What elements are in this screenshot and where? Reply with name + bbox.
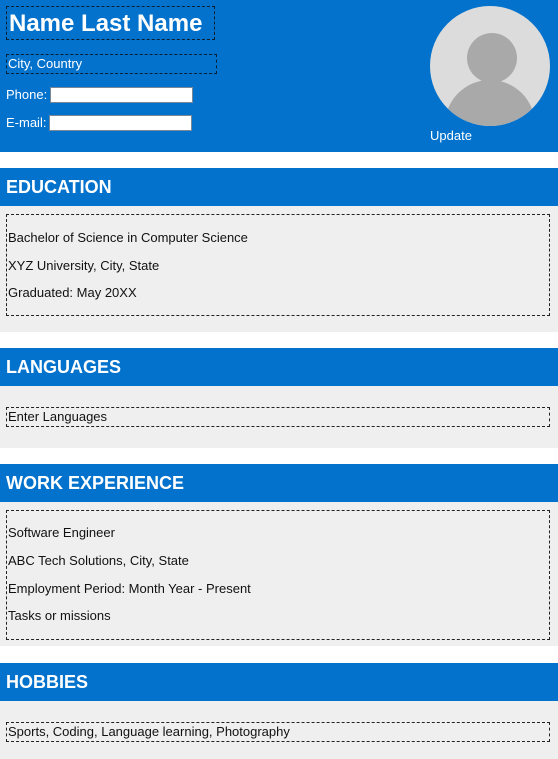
work-line: Tasks or missions — [8, 608, 111, 623]
user-avatar-icon[interactable] — [430, 6, 550, 126]
update-photo-link[interactable]: Update — [430, 128, 472, 143]
languages-heading: LANGUAGES — [0, 348, 558, 386]
hobbies-text: Sports, Coding, Language learning, Photo… — [8, 724, 290, 739]
work-line: Software Engineer — [8, 525, 115, 540]
work-line: Employment Period: Month Year - Present — [8, 581, 251, 596]
phone-input[interactable] — [50, 87, 193, 103]
hobbies-heading: HOBBIES — [0, 663, 558, 701]
languages-text: Enter Languages — [8, 409, 108, 424]
education-line: XYZ University, City, State — [8, 258, 160, 273]
work-experience-section: Software Engineer ABC Tech Solutions, Ci… — [0, 502, 558, 646]
education-heading: EDUCATION — [0, 168, 558, 206]
hobbies-section: Sports, Coding, Language learning, Photo… — [0, 701, 558, 759]
languages-section: Enter Languages — [0, 386, 558, 448]
education-content-box[interactable]: Bachelor of Science in Computer Science … — [6, 214, 550, 316]
work-experience-heading: WORK EXPERIENCE — [0, 464, 558, 502]
avatar-head-shape — [467, 33, 517, 83]
languages-content-box[interactable]: Enter Languages — [6, 407, 550, 427]
hobbies-content-box[interactable]: Sports, Coding, Language learning, Photo… — [6, 722, 550, 742]
education-section: Bachelor of Science in Computer Science … — [0, 206, 558, 332]
education-line: Bachelor of Science in Computer Science — [8, 230, 248, 245]
work-experience-content-box[interactable]: Software Engineer ABC Tech Solutions, Ci… — [6, 510, 550, 640]
work-line: ABC Tech Solutions, City, State — [8, 553, 189, 568]
full-name-field[interactable]: Name Last Name — [6, 6, 215, 40]
education-line: Graduated: May 20XX — [8, 285, 137, 300]
email-input[interactable] — [49, 115, 192, 131]
email-label: E-mail: — [6, 115, 47, 130]
avatar-body-shape — [445, 80, 535, 126]
profile-header: Name Last Name City, Country Phone: E-ma… — [0, 0, 558, 152]
phone-label: Phone: — [6, 87, 48, 102]
location-field[interactable]: City, Country — [6, 54, 217, 74]
